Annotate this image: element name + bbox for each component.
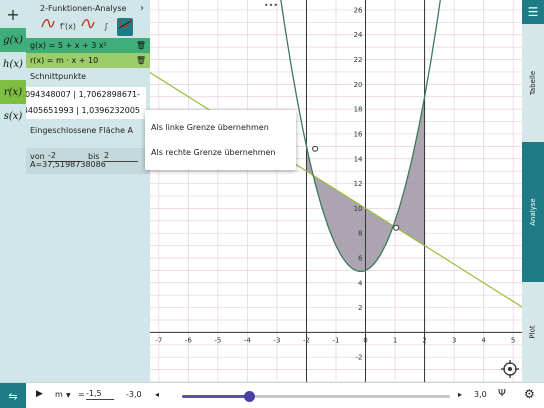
- y-tick-label: 18: [354, 106, 363, 114]
- play-icon[interactable]: ▶: [36, 389, 43, 399]
- x-tick-label: -7: [155, 336, 162, 344]
- step-forward-icon[interactable]: ▸: [458, 390, 462, 399]
- tab-analysis-label: Analyse: [529, 198, 537, 226]
- recenter-icon[interactable]: [501, 360, 519, 378]
- function-g-button[interactable]: g(x): [0, 28, 26, 52]
- to-input[interactable]: 2: [104, 150, 138, 162]
- param-value-input[interactable]: -1,5: [86, 388, 114, 400]
- function-g-label: g(x) = 5 + x + 3 x²: [30, 41, 107, 50]
- y-tick-label: 8: [358, 230, 362, 238]
- tab-table-label: Tabelle: [529, 70, 538, 96]
- area-label: Eingeschlossene Fläche A: [30, 126, 134, 135]
- function-r-row[interactable]: r(x) = m · x + 10 🗑: [26, 53, 150, 68]
- analysis-panel: 2-Funktionen-Analyse › f'(x) ∫ g(x) = 5 …: [26, 0, 150, 382]
- y-tick-label: 2: [358, 304, 362, 312]
- function-h-button[interactable]: h(x): [0, 52, 26, 76]
- slider-max-label: 3,0: [474, 390, 487, 399]
- x-tick-label: 3: [452, 336, 456, 344]
- y-tick-label: 6: [358, 254, 363, 262]
- gear-icon[interactable]: ⚙: [524, 387, 535, 401]
- x-tick-label: -5: [214, 336, 221, 344]
- curve-tool-icon[interactable]: [80, 18, 96, 36]
- slider-min-label: -3,0: [126, 390, 142, 399]
- slider-settings-icon[interactable]: ⇋: [0, 383, 26, 408]
- step-back-icon[interactable]: ◂: [155, 390, 159, 399]
- tab-table[interactable]: Tabelle: [522, 24, 544, 142]
- slider-bar: ⇋ ▶ m ▼ = -1,5 -3,0 ◂ ▸ 3,0 Ψ ⚙: [0, 382, 544, 408]
- y-tick-label: 22: [354, 56, 363, 64]
- function-rail: + g(x) h(x) r(x) s(x): [0, 0, 26, 382]
- x-tick-label: -6: [185, 336, 193, 344]
- intersection-1-field[interactable]: -1,7062898671 | 14,8094348007: [26, 87, 146, 103]
- intersection-point: [393, 224, 400, 231]
- set-right-bound-item[interactable]: Als rechte Grenze übernehmen: [151, 148, 276, 157]
- y-tick-label: 4: [358, 279, 363, 287]
- menu-icon[interactable]: ☰: [522, 0, 544, 24]
- slider-fill: [182, 395, 249, 398]
- integral-tool[interactable]: ∫: [98, 18, 114, 36]
- param-slider[interactable]: [182, 391, 450, 402]
- x-tick-label: -1: [333, 336, 340, 344]
- two-function-tool-icon[interactable]: [117, 18, 133, 36]
- y-tick-label: 12: [354, 180, 363, 188]
- graph-tool-icon[interactable]: [40, 18, 56, 36]
- y-tick-label: -2: [356, 354, 363, 362]
- tab-plot[interactable]: Plot: [522, 282, 544, 382]
- chevron-right-icon[interactable]: ›: [140, 0, 144, 18]
- x-tick-label: 0: [363, 336, 367, 344]
- add-function-button[interactable]: +: [0, 0, 26, 28]
- function-r-button[interactable]: r(x): [0, 80, 26, 104]
- trash-icon[interactable]: 🗑: [136, 38, 146, 53]
- param-name: m: [55, 390, 63, 399]
- x-tick-label: 1: [393, 336, 397, 344]
- y-tick-label: 26: [354, 6, 363, 14]
- analysis-toolbar: f'(x) ∫: [26, 18, 150, 36]
- intersection-point: [312, 145, 319, 152]
- intersections-label: Schnittpunkte: [30, 72, 87, 81]
- context-menu: Als linke Grenze übernehmen Als rechte G…: [145, 110, 296, 170]
- y-tick-label: 10: [354, 205, 363, 213]
- tab-plot-label: Plot: [528, 325, 537, 339]
- function-s-button[interactable]: s(x): [0, 104, 26, 128]
- intersection-2-value: 1,0396232005 | 8,4405651993: [26, 106, 140, 115]
- chevron-down-icon[interactable]: ▼: [66, 392, 71, 399]
- x-tick-label: -3: [273, 336, 280, 344]
- function-plot[interactable]: -7 -6 -5 -4 -3 -2 -1 0 1 2 3 4 5-2246810121416182022…: [150, 0, 522, 382]
- y-tick-label: 20: [354, 81, 363, 89]
- x-tick-label: 5: [511, 336, 515, 344]
- graph-area[interactable]: -7 -6 -5 -4 -3 -2 -1 0 1 2 3 4 5 -2 2 4 6 8 10 12 14 16 18 20 22…: [150, 0, 522, 382]
- x-tick-label: 2: [422, 336, 426, 344]
- y-tick-label: 16: [354, 130, 363, 138]
- intersection-1-value: -1,7062898671 | 14,8094348007: [26, 90, 140, 99]
- x-tick-label: 4: [481, 336, 486, 344]
- set-left-bound-item[interactable]: Als linke Grenze übernehmen: [151, 123, 269, 132]
- logo-icon: Ψ: [498, 388, 506, 399]
- panel-title: 2-Funktionen-Analyse: [40, 4, 127, 13]
- x-tick-label: -2: [303, 336, 310, 344]
- derivative-tool[interactable]: f'(x): [58, 18, 78, 36]
- trash-icon[interactable]: 🗑: [136, 53, 146, 68]
- y-tick-label: 14: [354, 155, 363, 163]
- area-result: A=37,5198738086: [30, 160, 106, 169]
- slider-knob[interactable]: [244, 391, 255, 402]
- panel-header: 2-Funktionen-Analyse ›: [26, 0, 150, 18]
- side-tabs: ☰ Tabelle Analyse Plot: [522, 0, 544, 382]
- tab-analysis[interactable]: Analyse: [522, 142, 544, 282]
- y-tick-label: 24: [354, 31, 363, 39]
- more-options-icon[interactable]: •••: [264, 1, 278, 10]
- x-tick-label: -4: [244, 336, 252, 344]
- intersection-2-field[interactable]: 1,0396232005 | 8,4405651993: [26, 103, 146, 119]
- function-g-row[interactable]: g(x) = 5 + x + 3 x² 🗑: [26, 38, 150, 53]
- function-r-label: r(x) = m · x + 10: [30, 56, 99, 65]
- param-equals: =: [78, 390, 85, 399]
